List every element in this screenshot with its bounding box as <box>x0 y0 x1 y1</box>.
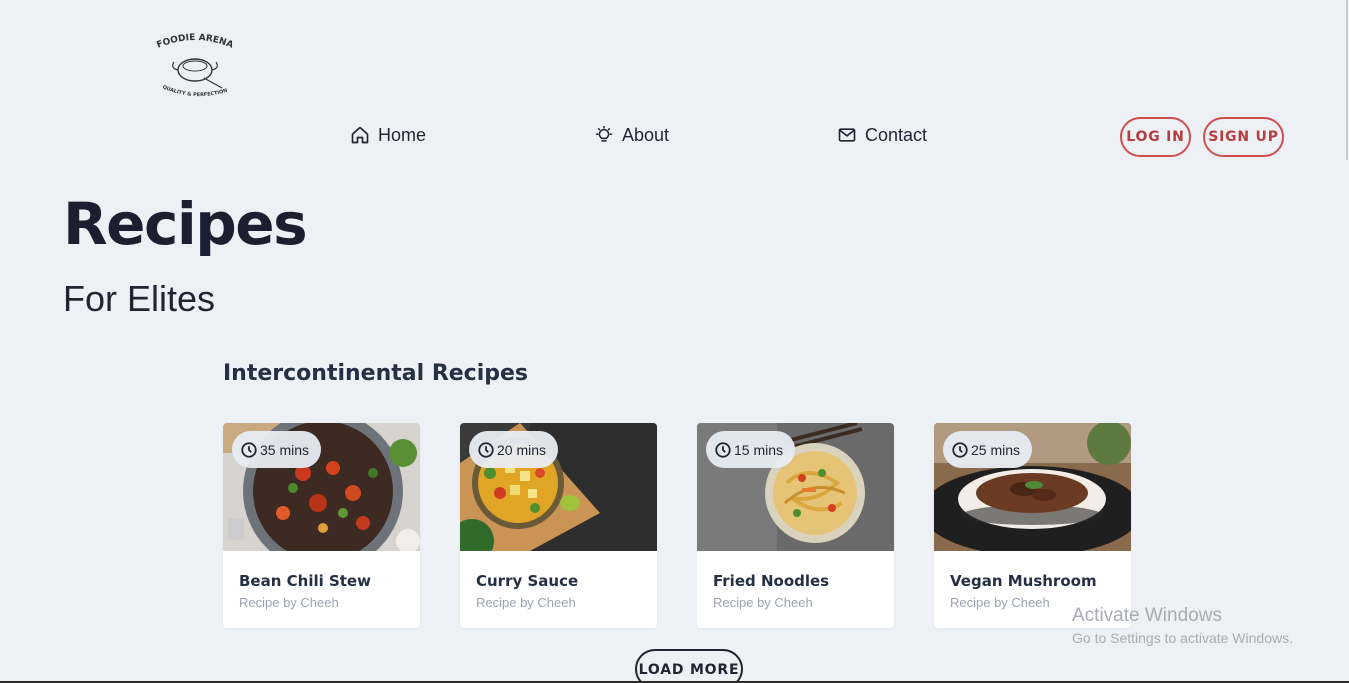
nav-about[interactable]: About <box>594 124 669 146</box>
recipe-card[interactable]: 35 mins Bean Chili Stew Recipe by Cheeh <box>223 423 420 628</box>
recipe-name: Bean Chili Stew <box>239 572 371 590</box>
cook-time: 25 mins <box>971 441 1021 458</box>
clock-icon <box>478 441 494 458</box>
recipe-card[interactable]: 20 mins Curry Sauce Recipe by Cheeh <box>460 423 657 628</box>
recipe-name: Fried Noodles <box>713 572 830 590</box>
page-subtitle: For Elites <box>63 278 216 319</box>
nav-home-label: Home <box>378 124 427 145</box>
cook-time-badge: 25 mins <box>943 431 1033 468</box>
activate-windows-subtitle: Go to Settings to activate Windows. <box>1072 630 1293 646</box>
recipe-card[interactable]: 15 mins Fried Noodles Recipe by Cheeh <box>697 423 894 628</box>
nav-about-label: About <box>622 124 670 145</box>
section-title: Intercontinental Recipes <box>223 361 529 386</box>
clock-icon <box>952 441 968 458</box>
recipe-name: Curry Sauce <box>476 572 579 590</box>
nav-contact[interactable]: Contact <box>837 124 927 146</box>
recipe-card[interactable]: 25 mins Vegan Mushroom Recipe by Cheeh <box>934 423 1131 628</box>
recipe-name: Vegan Mushroom <box>950 572 1097 590</box>
brand-name: FOODIE ARENA <box>155 33 234 51</box>
activate-windows-title: Activate Windows <box>1072 605 1222 626</box>
clock-icon <box>241 441 257 458</box>
clock-icon <box>715 441 731 458</box>
cook-time-badge: 35 mins <box>232 431 322 468</box>
cook-time: 35 mins <box>260 441 310 458</box>
load-more-button[interactable]: LOAD MORE <box>635 649 743 683</box>
login-button[interactable]: LOG IN <box>1120 117 1191 157</box>
cook-time: 15 mins <box>734 441 784 458</box>
recipe-author: Recipe by Cheeh <box>239 595 339 610</box>
cook-time-badge: 15 mins <box>706 431 796 468</box>
scrollbar[interactable] <box>1346 0 1348 160</box>
signup-button[interactable]: SIGN UP <box>1203 117 1284 157</box>
brand-logo[interactable]: FOODIE ARENA QUALITY & PERFECTION <box>152 30 238 106</box>
nav-contact-label: Contact <box>865 124 928 145</box>
lightbulb-icon <box>595 125 613 142</box>
recipe-author: Recipe by Cheeh <box>476 595 576 610</box>
recipe-author: Recipe by Cheeh <box>713 595 813 610</box>
recipe-author: Recipe by Cheeh <box>950 595 1050 610</box>
page-title: Recipes <box>63 190 308 258</box>
svg-text:FOODIE ARENA: FOODIE ARENA <box>155 33 234 51</box>
cook-time-badge: 20 mins <box>469 431 559 468</box>
home-icon <box>351 126 369 144</box>
cook-time: 20 mins <box>497 441 547 458</box>
envelope-icon <box>838 128 856 142</box>
nav-home[interactable]: Home <box>350 124 426 146</box>
